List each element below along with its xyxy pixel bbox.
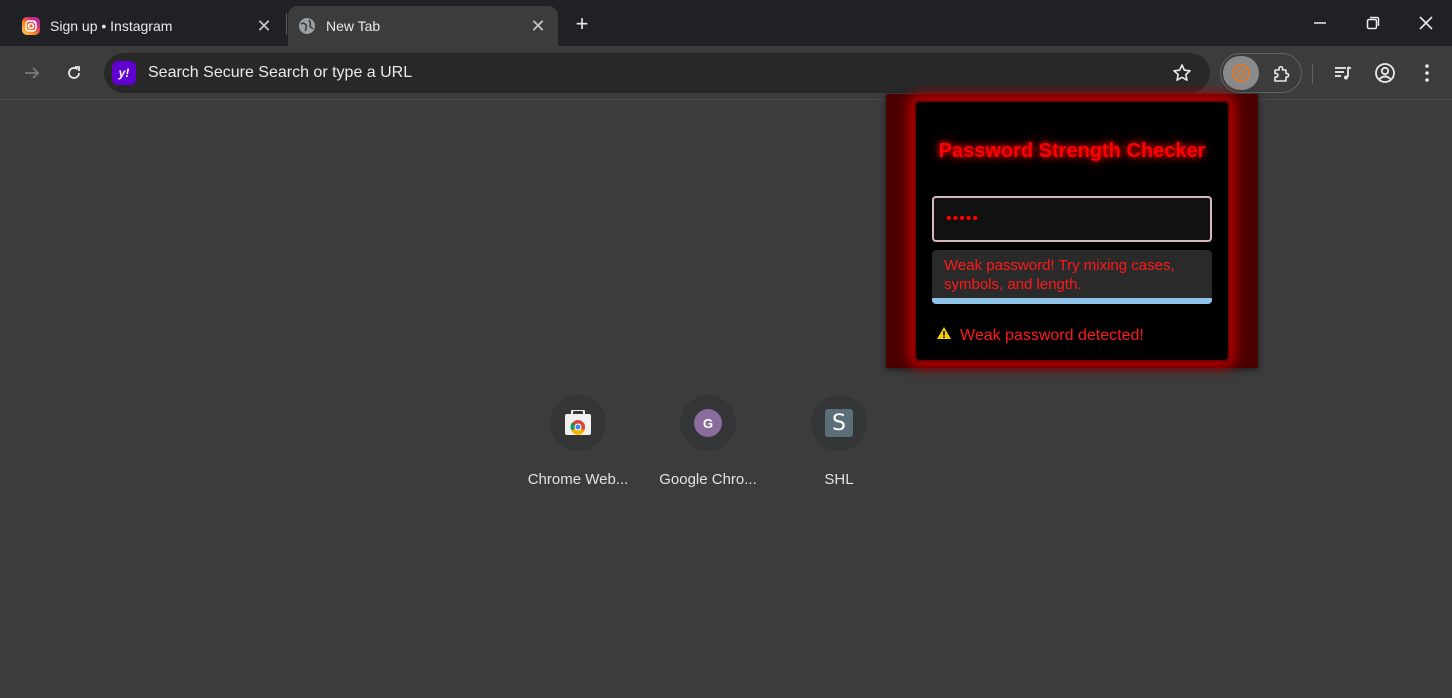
tab-title: Sign up • Instagram	[50, 18, 173, 34]
tab-strip: Sign up • Instagram ✕ New Tab ✕ +	[0, 0, 1452, 46]
forward-icon[interactable]	[15, 56, 49, 90]
shortcut-label: SHL	[824, 471, 854, 488]
shortcut-google-chrome[interactable]: G Google Chro...	[652, 395, 764, 488]
warning-text: Weak password detected!	[960, 326, 1144, 344]
extensions-puzzle-icon[interactable]	[1265, 58, 1297, 90]
shortcut-chrome-web-store[interactable]: Chrome Web...	[522, 395, 634, 488]
shl-letter: S	[825, 409, 853, 437]
strength-feedback: Weak password! Try mixing cases, symbols…	[932, 250, 1212, 304]
shortcut-shl[interactable]: S SHL	[783, 395, 895, 488]
menu-kebab-icon[interactable]	[1410, 56, 1444, 90]
extensions-group	[1220, 53, 1302, 93]
warning-message: Weak password detected!	[936, 326, 1144, 345]
tab-instagram[interactable]: Sign up • Instagram ✕	[0, 6, 284, 46]
tab-title: New Tab	[326, 18, 381, 34]
close-tab-icon[interactable]: ✕	[252, 14, 276, 38]
minimize-icon[interactable]	[1300, 6, 1340, 40]
search-engine-logo: y!	[112, 61, 136, 85]
reload-icon[interactable]	[57, 56, 91, 90]
password-input[interactable]	[932, 196, 1212, 242]
new-tab-button[interactable]: +	[568, 10, 596, 38]
close-tab-icon[interactable]: ✕	[526, 14, 550, 38]
toolbar: y! Search Secure Search or type a URL	[0, 46, 1452, 100]
letter-g-avatar: G	[694, 409, 722, 437]
globe-icon	[298, 17, 316, 35]
omnibox[interactable]: y! Search Secure Search or type a URL	[104, 53, 1210, 93]
shortcut-label: Chrome Web...	[527, 471, 629, 488]
popup-title: Password Strength Checker	[938, 140, 1206, 162]
restore-icon[interactable]	[1353, 6, 1393, 40]
letter-g-icon: G	[680, 395, 736, 451]
toolbar-divider	[1312, 64, 1313, 84]
tab-new-tab[interactable]: New Tab ✕	[288, 6, 558, 46]
warning-icon	[936, 326, 952, 345]
password-checker-extension-icon[interactable]	[1223, 56, 1259, 90]
close-window-icon[interactable]	[1406, 6, 1446, 40]
popup-panel: Password Strength Checker Weak password!…	[914, 100, 1230, 362]
tab-separator	[286, 14, 287, 34]
bookmark-star-icon[interactable]	[1168, 59, 1196, 87]
password-checker-popup: Password Strength Checker Weak password!…	[886, 94, 1258, 368]
omnibox-placeholder[interactable]: Search Secure Search or type a URL	[148, 64, 1168, 82]
instagram-icon	[22, 17, 40, 35]
profile-icon[interactable]	[1368, 56, 1402, 90]
media-playlist-icon[interactable]	[1326, 56, 1360, 90]
shl-icon: S	[811, 395, 867, 451]
chrome-web-store-icon	[550, 395, 606, 451]
shortcut-label: Google Chro...	[659, 471, 757, 488]
